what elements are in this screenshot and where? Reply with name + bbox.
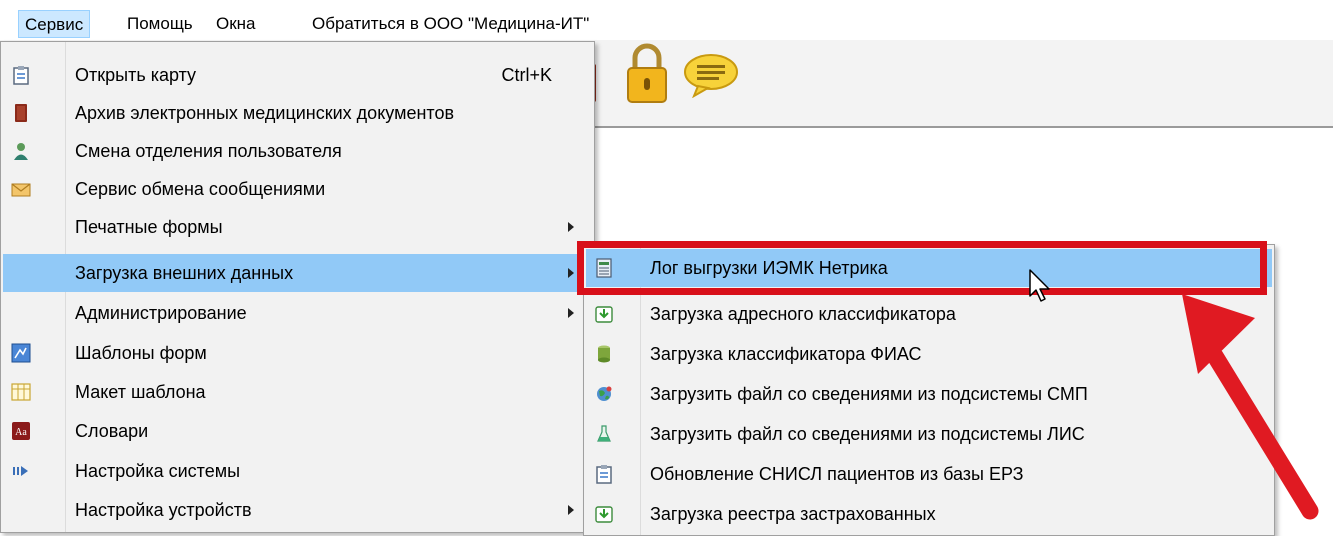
clipboard-icon <box>596 465 612 484</box>
menu-item-system-settings[interactable]: Настройка системы <box>3 452 592 490</box>
menu-bar: Сервис Помощь Окна Обратиться в ООО "Мед… <box>0 0 1333 40</box>
menu-item-load-external-data[interactable]: Загрузка внешних данных <box>3 254 592 292</box>
submenu-arrow-icon <box>568 222 574 232</box>
menu-item-label: Настройка устройств <box>75 500 252 520</box>
menu-item-label: Печатные формы <box>75 217 223 237</box>
database-icon <box>598 345 610 363</box>
settings-arrow-icon <box>13 466 28 476</box>
menu-item-device-settings[interactable]: Настройка устройств <box>3 491 592 529</box>
menu-item-label: Шаблоны форм <box>75 343 207 363</box>
menu-item-change-department[interactable]: Смена отделения пользователя <box>3 132 592 170</box>
menu-item-label: Макет шаблона <box>75 382 206 402</box>
menu-item-label: Смена отделения пользователя <box>75 141 342 161</box>
menu-item-label: Словари <box>75 421 149 441</box>
menu-item-dictionaries[interactable]: Aa Словари <box>3 412 592 450</box>
dictionary-icon: Aa <box>12 422 30 440</box>
submenu-arrow-icon <box>568 505 574 515</box>
annotation-arrow-icon <box>1182 294 1319 520</box>
menu-item-label: Загрузка классификатора ФИАС <box>650 344 922 364</box>
menu-item-template-layout[interactable]: Макет шаблона <box>3 373 592 411</box>
menu-item-shortcut: Ctrl+K <box>501 65 552 85</box>
doctor-icon <box>14 143 28 160</box>
template-icon <box>11 343 31 363</box>
menu-windows[interactable]: Окна <box>210 10 262 38</box>
menu-item-label: Загрузить файл со сведениями из подсисте… <box>650 424 1085 444</box>
mouse-cursor-icon <box>1029 269 1050 302</box>
menu-help[interactable]: Помощь <box>121 10 199 38</box>
menu-item-administration[interactable]: Администрирование <box>3 294 592 332</box>
menu-item-label: Загрузка адресного классификатора <box>650 304 956 324</box>
globe-icon <box>597 386 612 401</box>
envelope-icon <box>11 183 31 197</box>
clipboard-icon <box>13 66 29 85</box>
archive-book-icon <box>15 104 27 122</box>
message-icon[interactable] <box>682 52 740 98</box>
menu-item-label: Загрузка реестра застрахованных <box>650 504 936 524</box>
menu-item-messaging[interactable]: Сервис обмена сообщениями <box>3 170 592 208</box>
grid-icon <box>11 383 31 401</box>
menu-item-label: Обновление СНИСЛ пациентов из базы ЕРЗ <box>650 464 1024 484</box>
menu-service[interactable]: Сервис <box>18 10 91 38</box>
submenu-arrow-icon <box>568 308 574 318</box>
download-green-icon <box>595 506 613 523</box>
menu-item-form-templates[interactable]: Шаблоны форм <box>3 334 592 372</box>
submenu-arrow-icon <box>568 268 574 278</box>
menu-item-label: Настройка системы <box>75 461 241 481</box>
service-menu: Открыть карту Ctrl+K Архив электронных м… <box>0 41 595 533</box>
menu-contact[interactable]: Обратиться в ООО "Медицина-ИТ" <box>306 10 595 38</box>
menu-item-label: Открыть карту <box>75 65 197 85</box>
menu-item-label: Администрирование <box>75 303 247 323</box>
svg-text:Aa: Aa <box>15 427 27 438</box>
menu-item-label: Архив электронных медицинских документов <box>75 103 455 123</box>
menu-item-label: Сервис обмена сообщениями <box>75 179 326 199</box>
menu-item-label: Загрузить файл со сведениями из подсисте… <box>650 384 1088 404</box>
menu-item-archive[interactable]: Архив электронных медицинских документов <box>3 94 592 132</box>
menu-item-print-forms[interactable]: Печатные формы <box>3 208 592 246</box>
menu-item-label: Загрузка внешних данных <box>75 263 294 283</box>
download-green-icon <box>595 306 613 323</box>
lock-icon[interactable] <box>625 42 669 106</box>
menu-item-open-card[interactable]: Открыть карту Ctrl+K <box>3 56 592 94</box>
flask-icon <box>597 425 611 442</box>
